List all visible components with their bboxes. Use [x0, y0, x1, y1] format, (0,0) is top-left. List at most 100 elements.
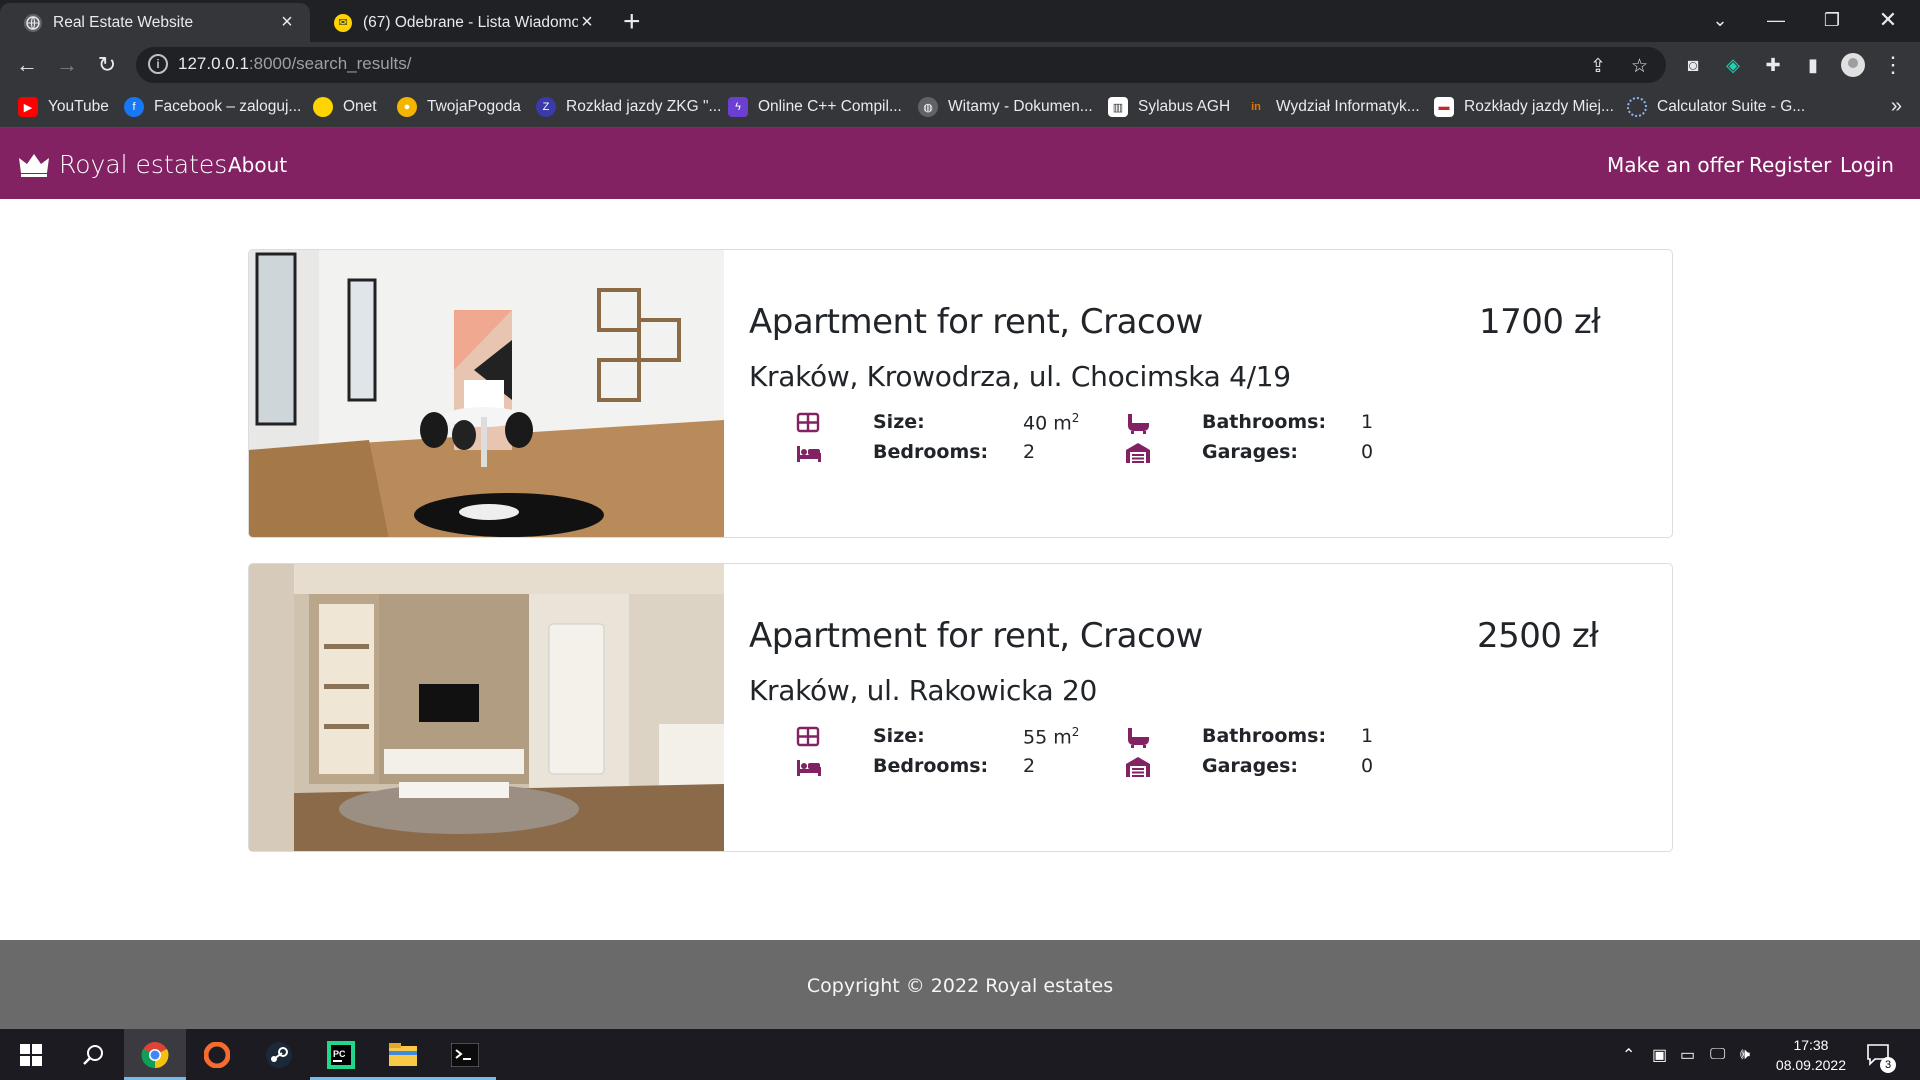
new-tab-button[interactable]: +	[623, 5, 641, 39]
nav-login[interactable]: Login	[1840, 153, 1894, 177]
side-panel-icon[interactable]: ▮	[1800, 52, 1826, 78]
address-bar[interactable]: i 127.0.0.1:8000/search_results/ ⇪ ☆	[136, 47, 1666, 83]
calculator-icon	[1627, 97, 1647, 117]
volume-icon[interactable]: 🕪	[1740, 1029, 1750, 1080]
globe-icon	[24, 13, 42, 32]
terminal-icon[interactable]	[434, 1029, 496, 1080]
close-tab-icon[interactable]: ×	[578, 11, 596, 34]
garage-icon	[1126, 757, 1150, 777]
puzzle-extensions-icon[interactable]: ✚	[1760, 52, 1786, 78]
garages-label: Garages:	[1202, 755, 1299, 777]
bookmark-sylabus[interactable]: ▥ Sylabus AGH	[1108, 97, 1230, 117]
brand-link[interactable]: Royal estates	[19, 150, 227, 179]
listing-card[interactable]: Apartment for rent, Cracow 1700 zł Krakó…	[248, 249, 1673, 538]
reload-icon[interactable]: ↻	[91, 49, 123, 81]
menu-kebab-icon[interactable]: ⋮	[1880, 52, 1906, 78]
bookmark-onet[interactable]: Onet	[313, 97, 377, 117]
extension-icon[interactable]: ◈	[1720, 52, 1746, 78]
nav-register[interactable]: Register	[1749, 153, 1831, 177]
garages-value: 0	[1361, 441, 1374, 463]
battery-icon[interactable]: ▭	[1680, 1029, 1695, 1080]
bookmark-facebook[interactable]: f Facebook – zaloguj...	[124, 97, 301, 117]
bathrooms-value: 1	[1361, 411, 1374, 433]
size-grid-icon	[796, 726, 820, 747]
system-clock[interactable]: 17:38 08.09.2022	[1776, 1035, 1846, 1075]
url-path: :8000/search_results/	[248, 54, 412, 73]
wi-icon: in	[1246, 97, 1266, 117]
bed-icon	[797, 446, 821, 462]
garages-label: Garages:	[1202, 441, 1299, 463]
close-window-icon[interactable]: ✕	[1860, 0, 1916, 40]
tab-title: (67) Odebrane - Lista Wiadomości	[363, 13, 578, 31]
youtube-icon: ▶	[18, 97, 38, 117]
listing-address: Kraków, Krowodrza, ul. Chocimska 4/19	[749, 360, 1291, 393]
forward-icon[interactable]: →	[51, 49, 83, 81]
show-hidden-icons-icon[interactable]: ⌃	[1622, 1029, 1635, 1080]
nav-about[interactable]: About	[228, 153, 287, 177]
bookmark-label: Facebook – zaloguj...	[154, 98, 302, 115]
garages-value: 0	[1361, 755, 1374, 777]
bathrooms-value: 1	[1361, 725, 1374, 747]
start-icon[interactable]	[0, 1029, 62, 1080]
bedrooms-label: Bedrooms:	[873, 441, 989, 463]
nav-make-offer[interactable]: Make an offer	[1607, 153, 1744, 177]
close-tab-icon[interactable]: ×	[278, 11, 296, 34]
bookmark-youtube[interactable]: ▶ YouTube	[18, 97, 109, 117]
compiler-icon: ϟ	[728, 97, 748, 117]
size-grid-icon	[796, 412, 820, 433]
listing-title[interactable]: Apartment for rent, Cracow	[749, 616, 1203, 656]
restore-icon[interactable]: ❐	[1804, 0, 1860, 40]
listing-price: 1700 zł	[1479, 302, 1601, 342]
zkg-icon: Z	[536, 97, 556, 117]
listing-title[interactable]: Apartment for rent, Cracow	[749, 302, 1203, 342]
browser-toolbar: ← → ↻ i 127.0.0.1:8000/search_results/ ⇪…	[0, 42, 1920, 88]
site-info-icon[interactable]: i	[148, 54, 168, 74]
minimize-icon[interactable]: —	[1748, 0, 1804, 40]
network-icon[interactable]: 🖵	[1710, 1029, 1725, 1080]
agh-icon: ▥	[1108, 97, 1128, 117]
notifications-icon[interactable]: 3	[1866, 1029, 1896, 1080]
site-footer: Copyright © 2022 Royal estates	[0, 940, 1920, 1029]
bookmark-calculator[interactable]: Calculator Suite - G...	[1627, 97, 1805, 117]
camera-extension-icon[interactable]: ◙	[1680, 52, 1706, 78]
tab-search-icon[interactable]: ⌄	[1692, 0, 1748, 40]
origin-icon[interactable]	[186, 1029, 248, 1080]
size-label: Size:	[873, 411, 925, 433]
bookmark-zkg[interactable]: Z Rozkład jazdy ZKG "...	[536, 97, 721, 117]
svg-text:PC: PC	[333, 1049, 346, 1059]
chrome-icon[interactable]	[124, 1029, 186, 1080]
mail-icon: ✉	[334, 13, 352, 32]
tray-app-icon[interactable]: ▣	[1652, 1029, 1667, 1080]
profile-avatar[interactable]	[1840, 52, 1866, 78]
tab-mail[interactable]: ✉ (67) Odebrane - Lista Wiadomości ×	[310, 3, 610, 42]
listing-card[interactable]: Apartment for rent, Cracow 2500 zł Krakó…	[248, 563, 1673, 852]
file-explorer-icon[interactable]	[372, 1029, 434, 1080]
bookmark-witamy[interactable]: ◍ Witamy - Dokumen...	[918, 97, 1093, 117]
bathtub-icon	[1128, 414, 1149, 434]
notification-count: 3	[1880, 1057, 1896, 1073]
bookmark-star-icon[interactable]: ☆	[1631, 55, 1648, 78]
brand-name: Royal estates	[59, 150, 228, 179]
tab-real-estate[interactable]: Real Estate Website ×	[0, 3, 310, 42]
steam-icon[interactable]	[248, 1029, 310, 1080]
listing-address: Kraków, ul. Rakowicka 20	[749, 674, 1098, 707]
bookmarks-bar: ▶ YouTube f Facebook – zaloguj... Onet ● Tw…	[0, 88, 1920, 128]
clock-date: 08.09.2022	[1775, 1057, 1846, 1073]
bookmark-wi[interactable]: in Wydział Informatyk...	[1246, 97, 1420, 117]
crown-icon	[19, 153, 49, 177]
bookmark-label: Onet	[343, 98, 377, 115]
listing-photo	[249, 250, 724, 537]
onet-icon	[313, 97, 333, 117]
windows-taskbar: PC ⌃ ▣ ▭ 🖵 🕪 17:38 08.09.2022 3	[0, 1029, 1920, 1080]
url-text[interactable]: 127.0.0.1:8000/search_results/	[178, 54, 411, 74]
bookmark-rozklady[interactable]: ▬ Rozkłady jazdy Miej...	[1434, 97, 1614, 117]
share-icon[interactable]: ⇪	[1590, 55, 1606, 78]
bookmark-twojapogoda[interactable]: ● TwojaPogoda	[397, 97, 521, 117]
more-bookmarks-icon[interactable]: »	[1891, 95, 1902, 118]
search-icon[interactable]	[62, 1029, 124, 1080]
pycharm-icon[interactable]: PC	[310, 1029, 372, 1080]
back-icon[interactable]: ←	[11, 49, 43, 81]
bedrooms-value: 2	[1023, 755, 1036, 777]
listing-price: 2500 zł	[1477, 616, 1599, 656]
bookmark-cpp-compiler[interactable]: ϟ Online C++ Compil...	[728, 97, 902, 117]
